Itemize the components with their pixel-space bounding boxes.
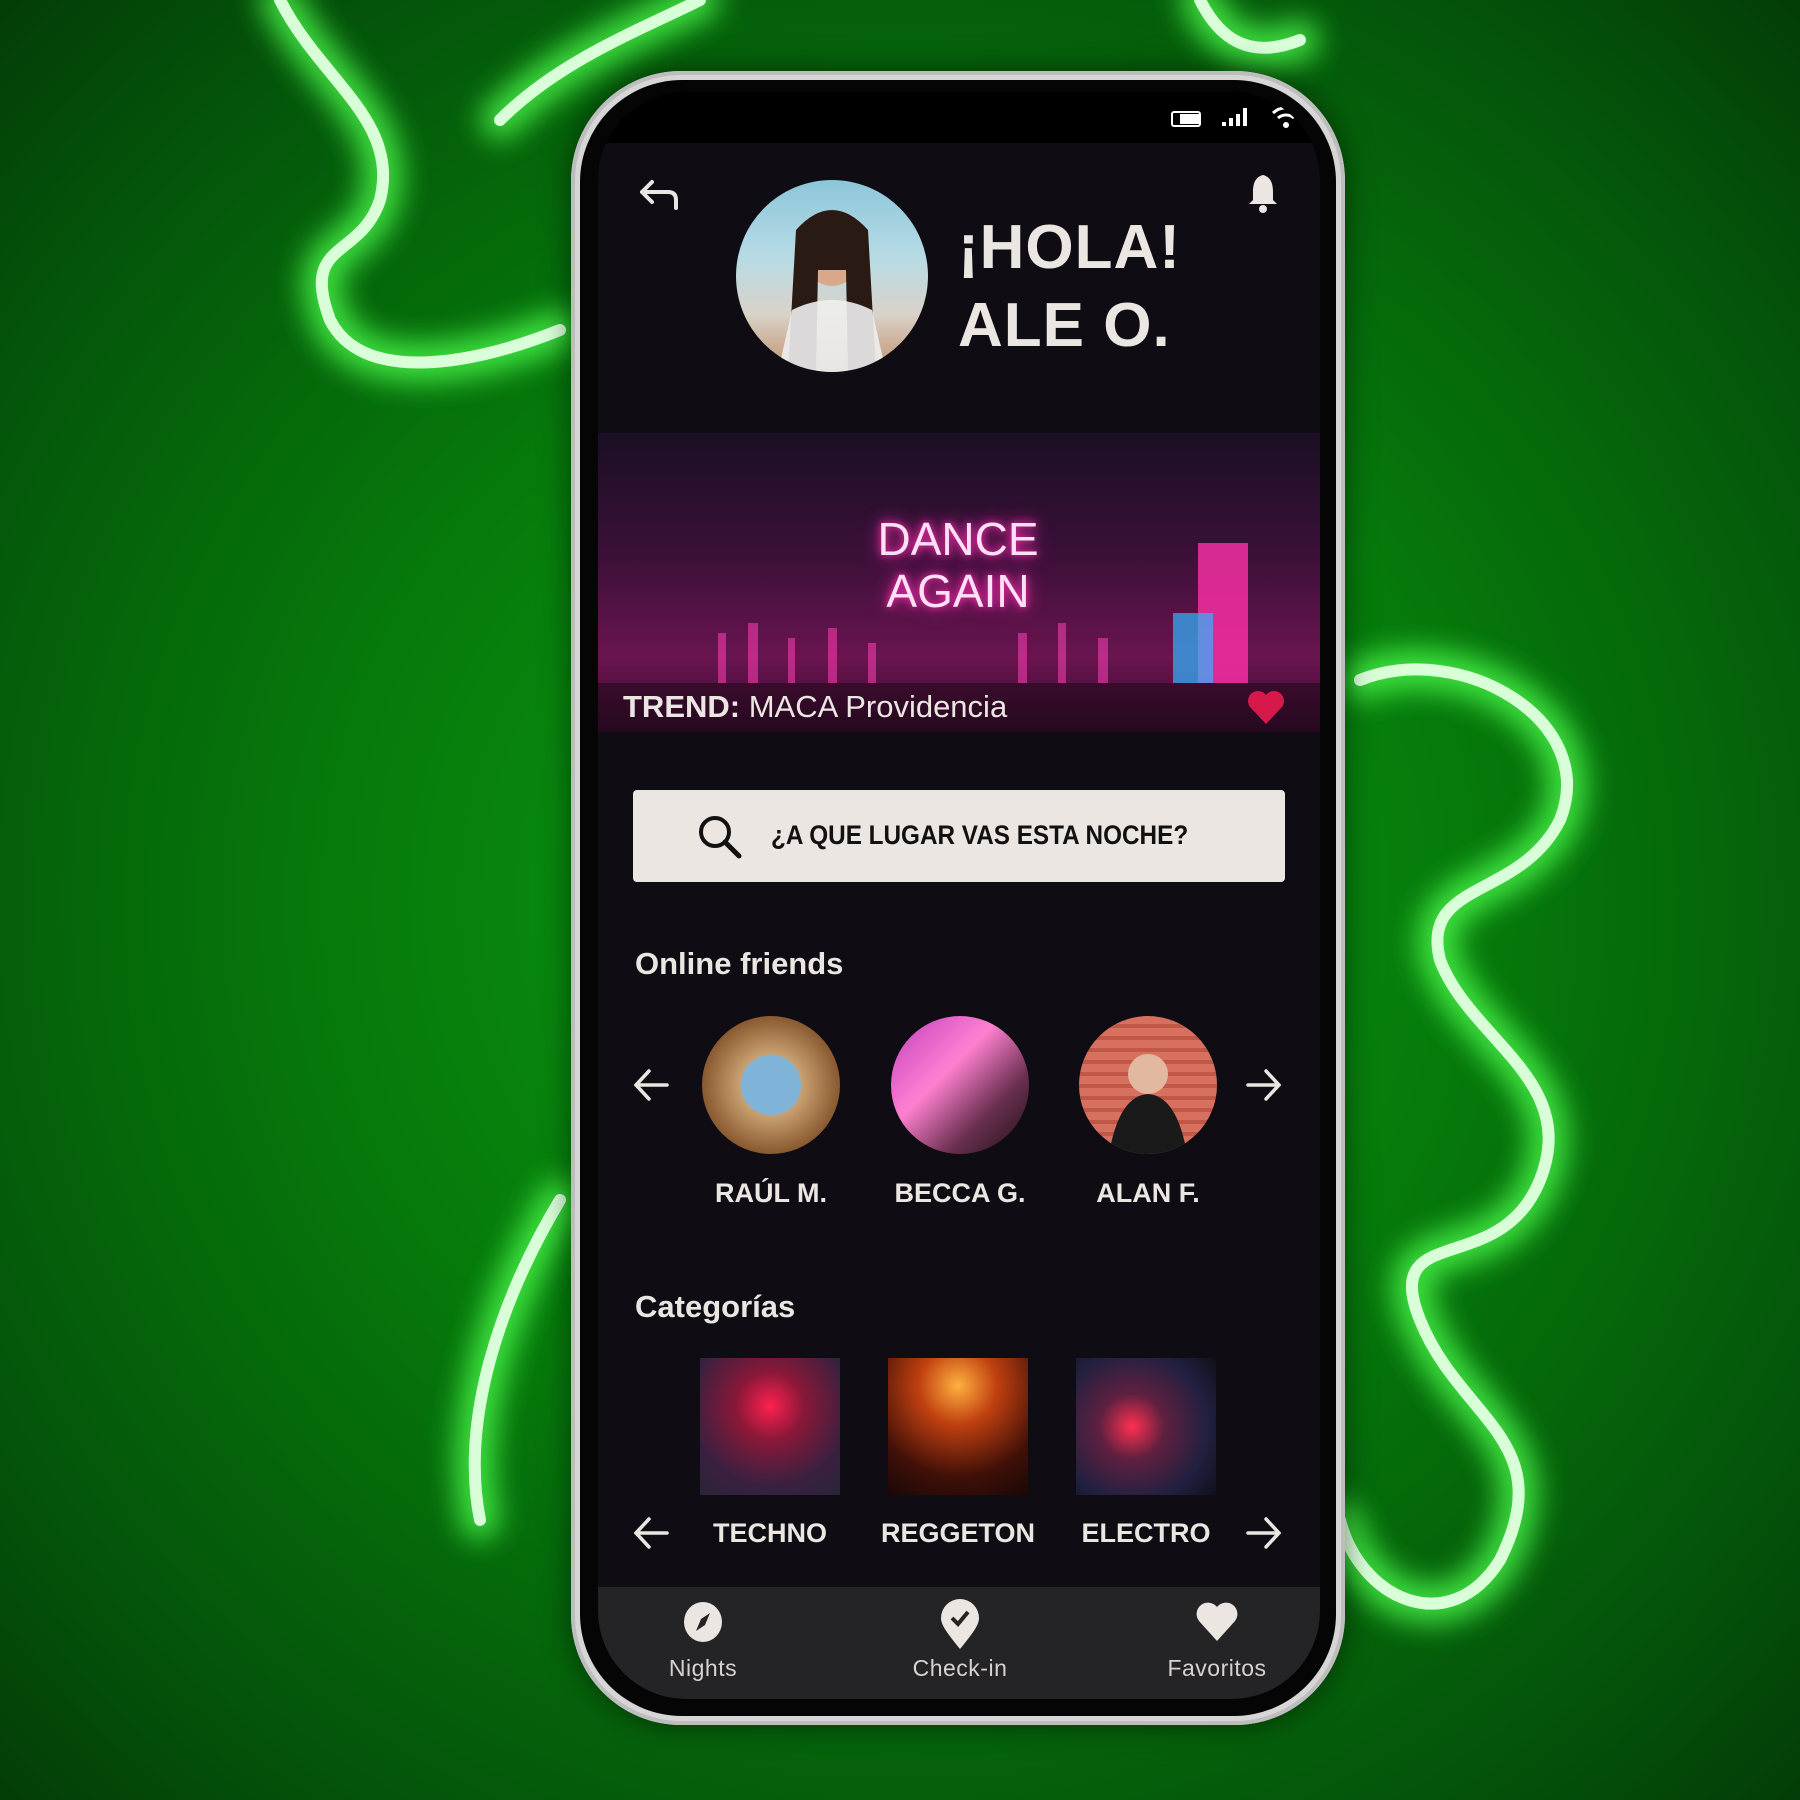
- trend-label: TREND:: [623, 689, 741, 724]
- app-screen: ¡HOLA! ALE O. DANCE AGAIN TREND: MACA Pr…: [598, 92, 1320, 1699]
- neon-sign-line1: DANCE: [877, 513, 1039, 565]
- category-name: TECHNO: [713, 1518, 827, 1548]
- trend-value: MACA Providencia: [748, 689, 1008, 724]
- categories-prev-arrow-icon[interactable]: [633, 1515, 669, 1551]
- search-icon: [699, 816, 742, 859]
- friend-name: ALAN F.: [1096, 1178, 1200, 1208]
- alan-photo: [1109, 1054, 1187, 1154]
- friend-avatar-raul[interactable]: [702, 1016, 840, 1154]
- compass-icon: [684, 1602, 722, 1642]
- trend-banner[interactable]: DANCE AGAIN TREND: MACA Providencia: [598, 433, 1320, 732]
- search-input[interactable]: ¿A QUE LUGAR VAS ESTA NOCHE?: [633, 790, 1285, 882]
- search-placeholder: ¿A QUE LUGAR VAS ESTA NOCHE?: [771, 820, 1189, 850]
- wifi-icon: [1271, 106, 1301, 128]
- signal-icon: [1222, 108, 1247, 126]
- nav-item-check-in[interactable]: Check-in: [880, 1587, 1040, 1699]
- categories-title: Categorías: [635, 1289, 796, 1324]
- friends-prev-arrow-icon[interactable]: [633, 1067, 669, 1103]
- neon-sign: DANCE AGAIN: [858, 513, 1058, 617]
- nav-item-favoritos[interactable]: Favoritos: [1137, 1587, 1297, 1699]
- bottom-nav: Nights Check-in Favoritos: [598, 1587, 1320, 1699]
- friend-name: BECCA G.: [894, 1178, 1026, 1208]
- category-reggeton-image[interactable]: [888, 1358, 1028, 1495]
- user-photo: [778, 210, 886, 372]
- location-check-icon: [941, 1599, 979, 1649]
- heart-icon: [1196, 1602, 1238, 1641]
- bell-icon[interactable]: [1246, 172, 1280, 214]
- user-name: ALE O.: [958, 291, 1171, 360]
- nav-label: Check-in: [912, 1655, 1008, 1681]
- categories-next-arrow-icon[interactable]: [1246, 1515, 1282, 1551]
- nav-label: Favoritos: [1167, 1655, 1267, 1681]
- online-friends-title: Online friends: [635, 946, 844, 981]
- favorite-heart-icon[interactable]: [1246, 688, 1286, 726]
- friends-next-arrow-icon[interactable]: [1246, 1067, 1282, 1103]
- neon-sign-line2: AGAIN: [886, 565, 1030, 617]
- back-arrow-icon[interactable]: [638, 176, 680, 212]
- category-electro-image[interactable]: [1076, 1358, 1216, 1495]
- category-techno-image[interactable]: [700, 1358, 840, 1495]
- category-name: REGGETON: [880, 1518, 1036, 1548]
- trend-caption: TREND: MACA Providencia: [623, 689, 1007, 725]
- friend-avatar-alan[interactable]: [1079, 1016, 1217, 1154]
- status-bar: [598, 92, 1320, 143]
- nav-label: Nights: [668, 1655, 738, 1681]
- friend-avatar-becca[interactable]: [891, 1016, 1029, 1154]
- greeting: ¡HOLA!: [958, 213, 1181, 282]
- nav-item-nights[interactable]: Nights: [623, 1587, 783, 1699]
- friend-name: RAÚL M.: [715, 1178, 827, 1208]
- user-avatar[interactable]: [736, 180, 928, 372]
- category-name: ELECTRO: [1081, 1518, 1211, 1548]
- battery-icon: [1171, 111, 1201, 127]
